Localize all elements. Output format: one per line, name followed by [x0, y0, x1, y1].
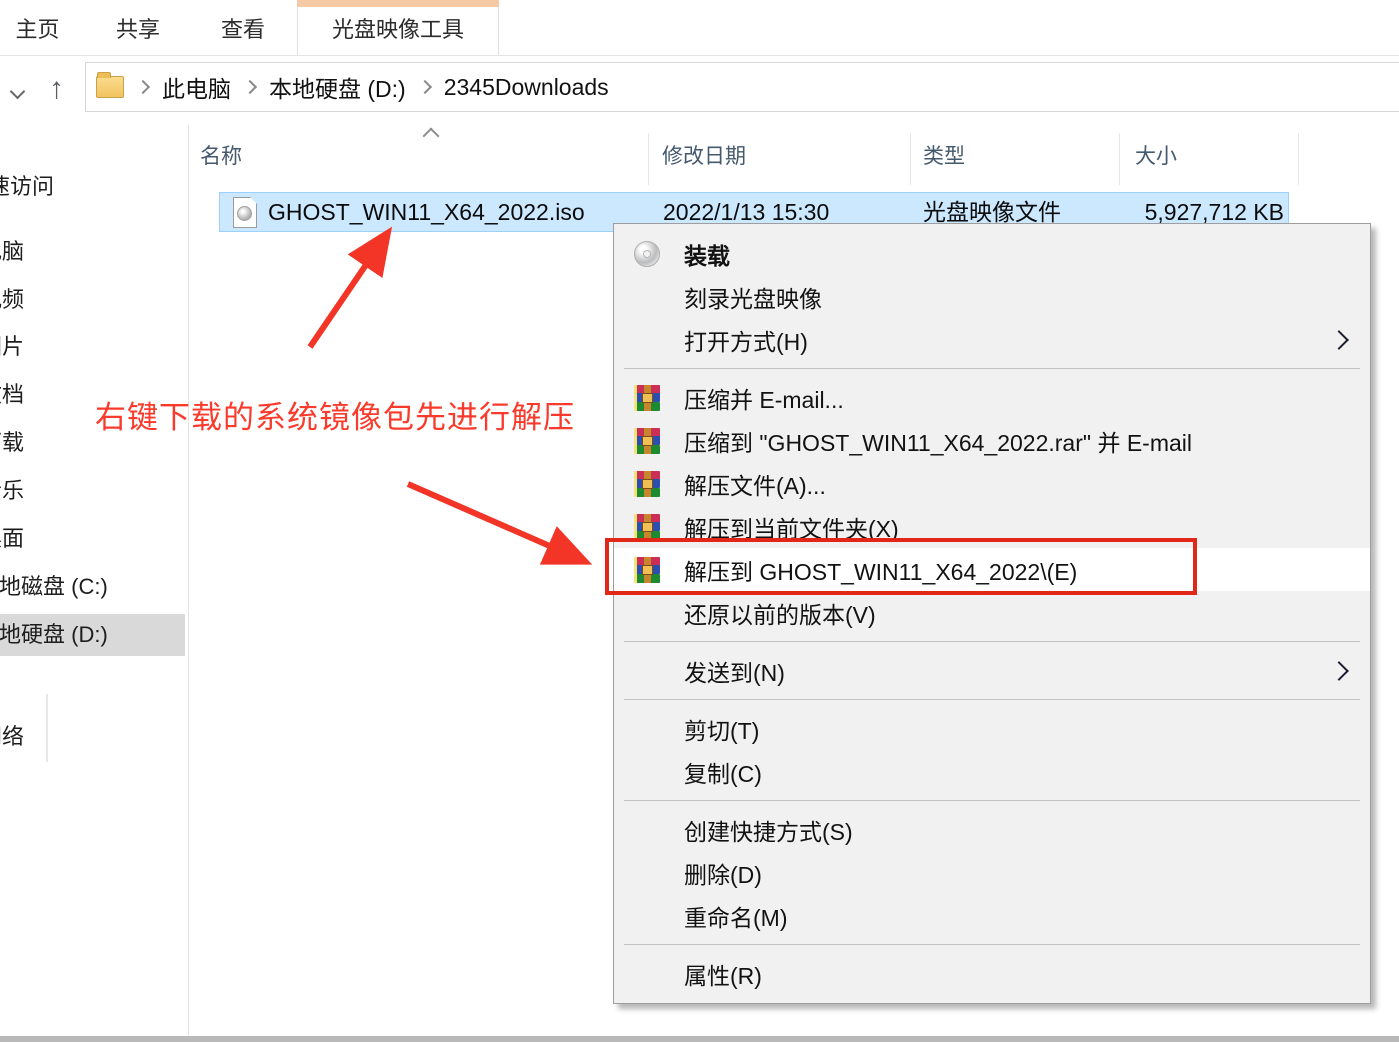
column-header-date[interactable]: 修改日期: [662, 142, 746, 172]
tab-view-label: 查看: [221, 12, 265, 44]
tab-share-label: 共享: [116, 12, 160, 44]
annotation-arrow-to-menu-item: [408, 484, 584, 561]
menu-separator: [624, 699, 1360, 700]
menu-item-rename[interactable]: 重命名(M): [614, 894, 1370, 937]
tab-share[interactable]: 共享: [98, 0, 178, 55]
menu-item-label: 删除(D): [684, 856, 1346, 890]
menu-item-label: 刻录光盘映像: [684, 280, 1346, 314]
menu-item-label: 复制(C): [684, 755, 1346, 789]
menu-item-label: 打开方式(H): [684, 323, 1332, 357]
sidebar-tree-line: [46, 694, 48, 762]
breadcrumb-separator-icon: [418, 80, 432, 94]
menu-item-compress-to-rar-and-email[interactable]: 压缩到 "GHOST_WIN11_X64_2022.rar" 并 E-mail: [614, 419, 1370, 462]
winrar-icon: [634, 471, 684, 497]
winrar-icon: [634, 385, 684, 411]
column-divider[interactable]: [648, 133, 649, 185]
column-divider[interactable]: [1298, 133, 1299, 185]
breadcrumb-separator-icon: [243, 80, 257, 94]
menu-item-label: 属性(R): [684, 957, 1346, 991]
address-bar-row: ↑ 此电脑 本地硬盘 (D:) 2345Downloads: [0, 56, 1399, 125]
sidebar-item-downloads[interactable]: 下载: [0, 428, 24, 458]
menu-item-extract-files[interactable]: 解压文件(A)...: [614, 462, 1370, 505]
menu-item-restore-previous-versions[interactable]: 还原以前的版本(V): [614, 591, 1370, 634]
menu-item-copy[interactable]: 复制(C): [614, 750, 1370, 793]
sidebar-item-network[interactable]: 网络: [0, 722, 24, 752]
breadcrumb-separator-icon: [136, 80, 150, 94]
sidebar-item-documents[interactable]: 文档: [0, 380, 24, 410]
tab-home[interactable]: 主页: [0, 0, 75, 55]
menu-item-open-with[interactable]: 打开方式(H): [614, 318, 1370, 361]
menu-item-compress-and-email[interactable]: 压缩并 E-mail...: [614, 376, 1370, 419]
menu-item-create-shortcut[interactable]: 创建快捷方式(S): [614, 808, 1370, 851]
context-menu: 装载 刻录光盘映像 打开方式(H) 压缩并 E-mail... 压缩到 "GHO…: [613, 223, 1371, 1004]
menu-separator: [624, 641, 1360, 642]
menu-item-properties[interactable]: 属性(R): [614, 952, 1370, 995]
chevron-down-icon[interactable]: [12, 84, 23, 102]
column-divider[interactable]: [1119, 133, 1120, 185]
sidebar-item-this-pc[interactable]: 电脑: [0, 237, 24, 267]
folder-icon: [96, 76, 124, 98]
tab-disc-image-tools[interactable]: 光盘映像工具: [297, 0, 499, 55]
menu-item-label: 重命名(M): [684, 899, 1346, 933]
menu-item-label: 装载: [684, 237, 1346, 271]
sidebar-item-pictures[interactable]: 图片: [0, 332, 24, 362]
menu-separator: [624, 944, 1360, 945]
explorer-window: { "ribbon": { "tabs": [ {"label": "主页"},…: [0, 0, 1399, 1042]
menu-item-label: 发送到(N): [684, 654, 1332, 688]
sidebar-item-music[interactable]: 音乐: [0, 476, 24, 506]
tab-disc-image-tools-label: 光盘映像工具: [332, 12, 464, 44]
column-header-name[interactable]: 名称: [200, 142, 242, 172]
menu-item-label: 还原以前的版本(V): [684, 596, 1346, 630]
up-arrow-icon[interactable]: ↑: [49, 74, 64, 104]
menu-item-burn-disc-image[interactable]: 刻录光盘映像: [614, 275, 1370, 318]
breadcrumb-local-disk-d[interactable]: 本地硬盘 (D:): [269, 70, 406, 104]
sort-ascending-icon: [423, 128, 440, 145]
column-header-type[interactable]: 类型: [923, 142, 965, 172]
tab-view[interactable]: 查看: [203, 0, 283, 55]
disc-icon: [634, 241, 684, 267]
column-divider[interactable]: [910, 133, 911, 185]
menu-item-label: 剪切(T): [684, 712, 1346, 746]
sidebar-item-local-disk-c[interactable]: 本地磁盘 (C:): [0, 572, 108, 602]
sidebar-item-quick-access[interactable]: 速访问: [0, 172, 54, 202]
annotation-note: 右键下载的系统镜像包先进行解压: [95, 392, 575, 437]
menu-separator: [624, 800, 1360, 801]
submenu-arrow-icon: [1329, 330, 1349, 350]
menu-item-label: 创建快捷方式(S): [684, 813, 1346, 847]
menu-item-label: 解压文件(A)...: [684, 467, 1346, 501]
submenu-arrow-icon: [1329, 661, 1349, 681]
column-header-size[interactable]: 大小: [1135, 142, 1177, 172]
menu-item-label: 压缩并 E-mail...: [684, 381, 1346, 415]
sidebar-divider: [188, 125, 189, 1035]
menu-item-label: 压缩到 "GHOST_WIN11_X64_2022.rar" 并 E-mail: [684, 424, 1346, 458]
sidebar-item-videos[interactable]: 视频: [0, 285, 24, 315]
status-bar: [0, 1036, 1399, 1042]
menu-item-cut[interactable]: 剪切(T): [614, 707, 1370, 750]
annotation-arrow-to-file: [310, 234, 387, 347]
annotation-highlight-box: [605, 538, 1197, 595]
menu-separator: [624, 368, 1360, 369]
menu-item-mount[interactable]: 装载: [614, 232, 1370, 275]
breadcrumb-this-pc[interactable]: 此电脑: [162, 70, 231, 104]
sidebar-item-desktop[interactable]: 桌面: [0, 524, 24, 554]
menu-item-send-to[interactable]: 发送到(N): [614, 649, 1370, 692]
address-box[interactable]: 此电脑 本地硬盘 (D:) 2345Downloads: [85, 62, 1399, 112]
ribbon-tab-bar: 主页 共享 查看 光盘映像工具: [0, 0, 1399, 56]
disc-image-file-icon: [233, 197, 257, 228]
winrar-icon: [634, 428, 684, 454]
winrar-icon: [634, 514, 684, 540]
file-name[interactable]: GHOST_WIN11_X64_2022.iso: [268, 196, 585, 228]
sidebar-item-local-disk-d[interactable]: 本地硬盘 (D:): [0, 614, 108, 656]
menu-item-delete[interactable]: 删除(D): [614, 851, 1370, 894]
tab-home-label: 主页: [15, 12, 59, 44]
breadcrumb-2345downloads[interactable]: 2345Downloads: [444, 74, 609, 101]
